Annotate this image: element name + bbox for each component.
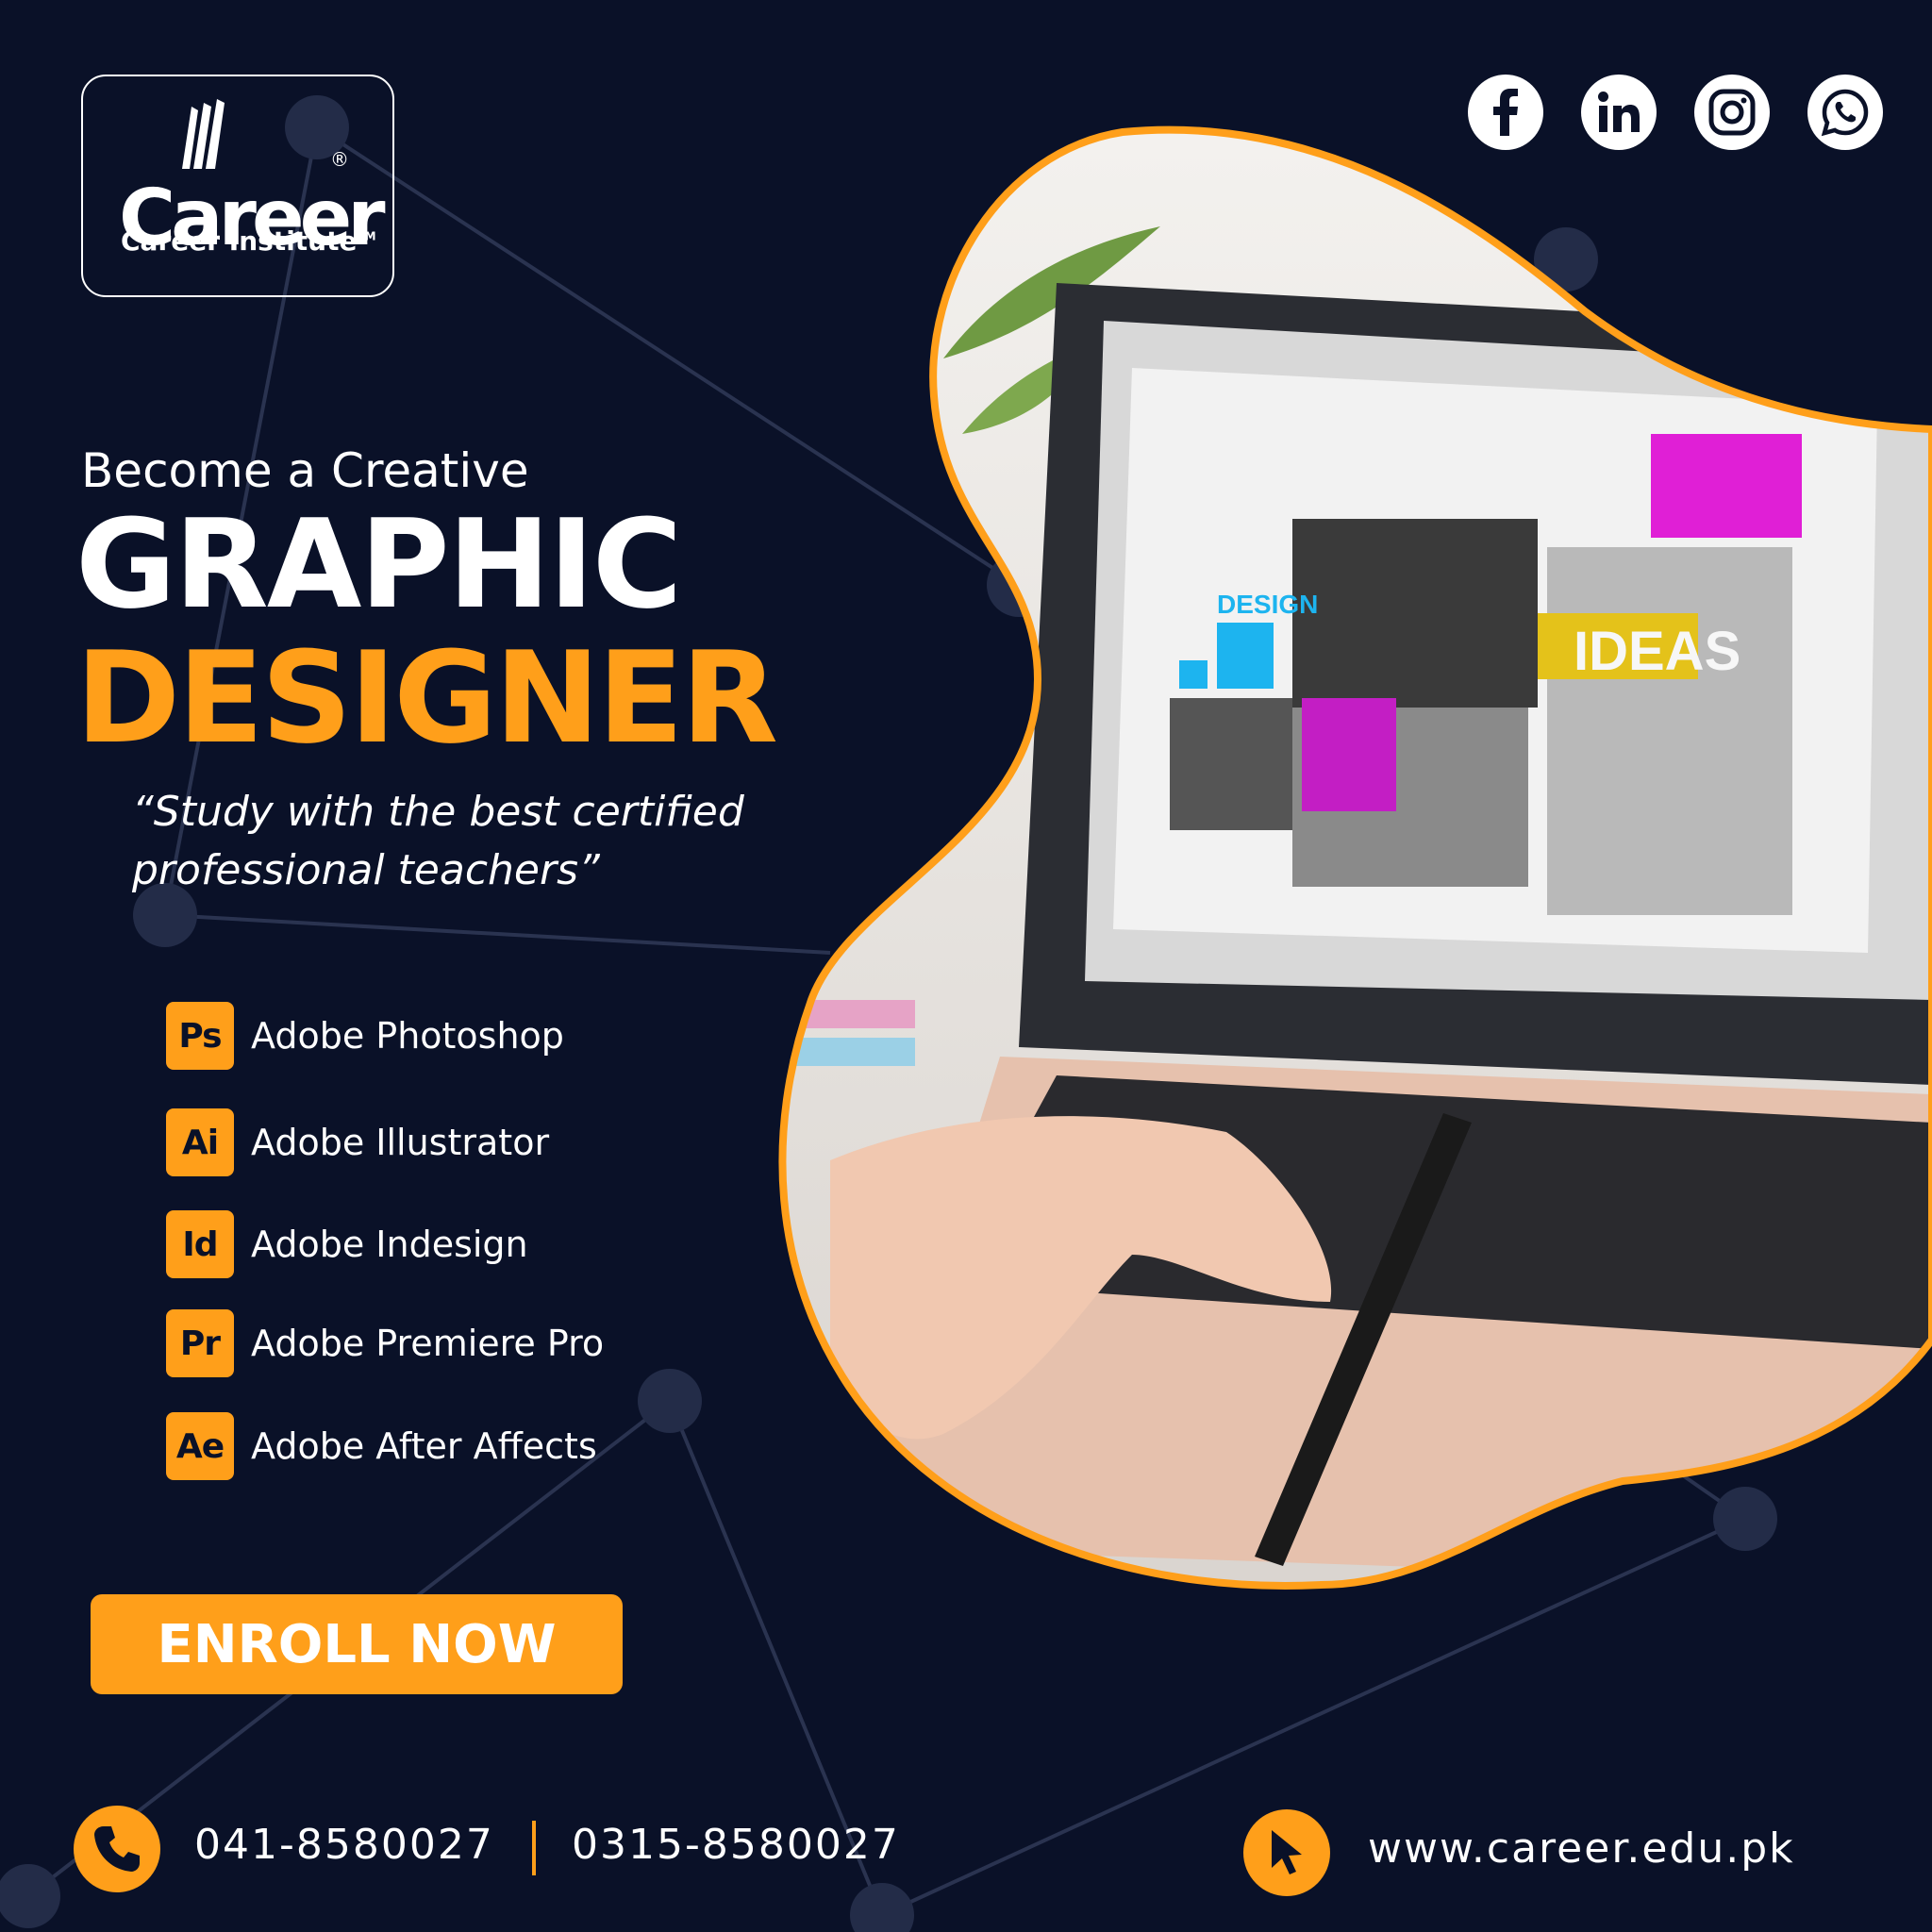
phone-separator <box>532 1821 536 1875</box>
photoshop-icon: Ps <box>166 1002 234 1070</box>
software-item-illustrator: Ai Adobe Illustrator <box>166 1108 549 1176</box>
after-effects-icon: Ae <box>166 1412 234 1480</box>
screen-design-label: DESIGN <box>1217 590 1318 619</box>
registered-mark: ® <box>330 148 349 171</box>
enroll-now-button[interactable]: ENROLL NOW <box>91 1594 623 1694</box>
logo-subtitle-text: Career Institute <box>121 225 358 257</box>
software-item-after-effects: Ae Adobe After Affects <box>166 1412 597 1480</box>
phone-number-1[interactable]: 041-8580027 <box>194 1821 494 1869</box>
trademark: TM <box>357 229 376 243</box>
headline-designer: DESIGNER <box>75 625 778 772</box>
software-name: Adobe After Affects <box>251 1425 597 1467</box>
indesign-icon: Id <box>166 1210 234 1278</box>
software-item-photoshop: Ps Adobe Photoshop <box>166 1002 564 1070</box>
whatsapp-button[interactable] <box>1807 75 1883 150</box>
software-item-indesign: Id Adobe Indesign <box>166 1210 528 1278</box>
facebook-button[interactable] <box>1468 75 1543 150</box>
headline-graphic: GRAPHIC <box>75 492 682 636</box>
illustrator-icon: Ai <box>166 1108 234 1176</box>
software-name: Adobe Photoshop <box>251 1015 564 1057</box>
website-link[interactable]: www.career.edu.pk <box>1368 1824 1795 1873</box>
software-name: Adobe Indesign <box>251 1224 528 1265</box>
instagram-icon <box>1708 89 1756 136</box>
headline-pre: Become a Creative <box>81 443 529 498</box>
screen-ideas-label: IDEAS <box>1574 621 1740 682</box>
instagram-button[interactable] <box>1694 75 1770 150</box>
software-item-premiere-pro: Pr Adobe Premiere Pro <box>166 1309 604 1377</box>
facebook-icon <box>1493 89 1518 136</box>
logo-book-icon <box>182 99 225 169</box>
linkedin-icon <box>1598 92 1640 132</box>
linkedin-button[interactable] <box>1581 75 1657 150</box>
tagline-quote: “Study with the best certified professio… <box>132 788 744 894</box>
career-logo[interactable]: Career ® Career InstituteTM <box>81 75 394 297</box>
phone-glyph <box>94 1826 140 1872</box>
whatsapp-icon <box>1821 89 1869 137</box>
logo-subtitle: Career InstituteTM <box>121 225 376 257</box>
software-name: Adobe Premiere Pro <box>251 1323 605 1364</box>
cursor-icon <box>1243 1809 1330 1896</box>
cursor-glyph <box>1272 1830 1302 1874</box>
software-name: Adobe Illustrator <box>251 1122 550 1163</box>
premiere-pro-icon: Pr <box>166 1309 234 1377</box>
phone-number-2[interactable]: 0315-8580027 <box>572 1821 900 1869</box>
phone-icon <box>74 1806 160 1892</box>
